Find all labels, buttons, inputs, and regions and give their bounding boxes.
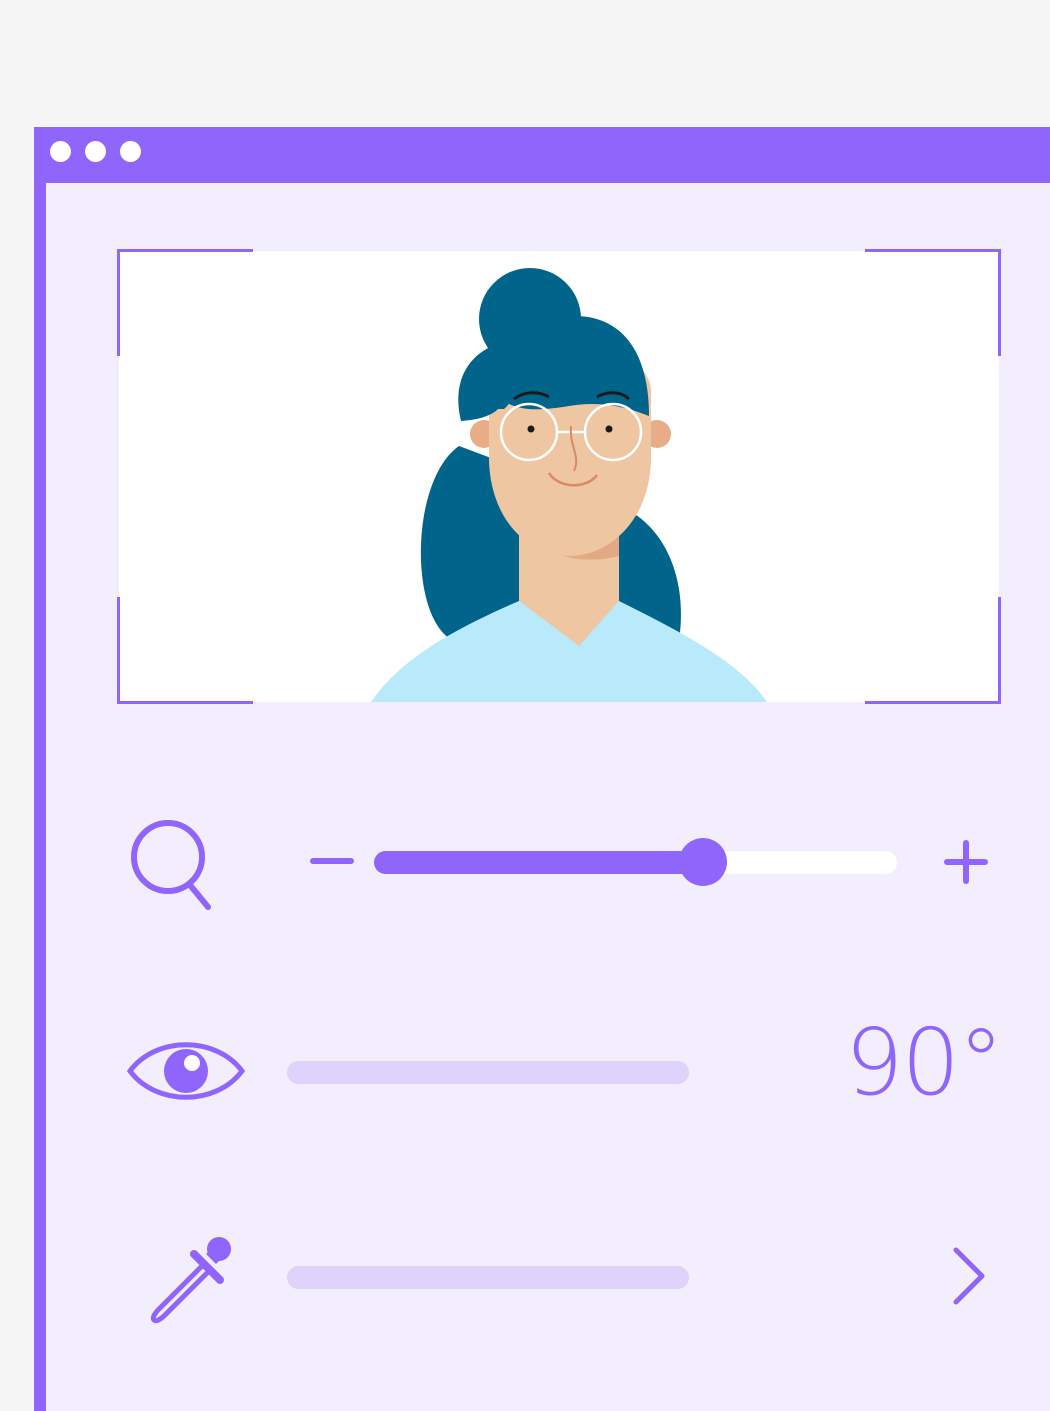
plus-icon[interactable] [943,839,989,885]
title-bar [34,127,1050,183]
zoom-slider[interactable] [374,838,897,886]
eyedropper-icon[interactable] [144,1232,236,1324]
zoom-slider-fill [374,851,703,874]
eye-icon[interactable] [126,1030,246,1112]
crop-corner-bottom-right[interactable] [865,597,1001,704]
minus-icon[interactable] [310,853,354,869]
visibility-bar[interactable] [287,1061,689,1084]
color-bar[interactable] [287,1266,689,1289]
window-dot-icon[interactable] [50,141,71,162]
crop-corner-top-right[interactable] [865,249,1001,356]
crop-corner-bottom-left[interactable] [117,597,253,704]
window-dot-icon[interactable] [85,141,106,162]
photo-crop-frame[interactable] [117,249,1001,704]
crop-corner-top-left[interactable] [117,249,253,356]
editor-window: 90° [34,127,1050,1411]
angle-value: 90° [844,1009,1004,1116]
search-icon[interactable] [130,817,216,913]
zoom-slider-thumb[interactable] [679,838,727,886]
chevron-right-icon[interactable] [950,1247,990,1305]
window-dot-icon[interactable] [120,141,141,162]
